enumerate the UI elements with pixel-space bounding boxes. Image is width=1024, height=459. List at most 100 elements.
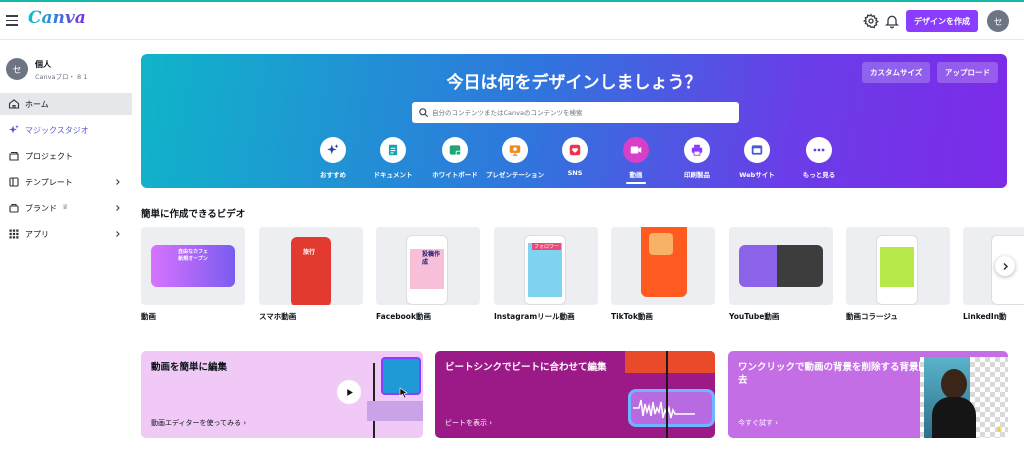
custom-size-button[interactable]: カスタムサイズ xyxy=(862,62,931,83)
play-icon xyxy=(346,388,353,396)
carousel-next-button[interactable] xyxy=(995,256,1015,276)
account-name: 個人 xyxy=(35,60,51,69)
sidebar-item-templates[interactable]: テンプレート xyxy=(0,171,132,193)
category-label: SNS xyxy=(567,169,583,177)
promo-link[interactable]: 動画エディターを使ってみる › xyxy=(151,418,246,428)
video-card-label: Facebook動画 xyxy=(376,312,431,321)
video-card-label: スマホ動画 xyxy=(259,312,297,321)
clip-strip xyxy=(625,351,715,373)
avatar[interactable]: セ xyxy=(987,10,1009,32)
video-card-youtube[interactable]: YouTube動画 xyxy=(729,227,833,324)
create-design-button[interactable]: デザインを作成 xyxy=(906,10,978,32)
timeline-track xyxy=(367,401,423,421)
heart-icon xyxy=(569,144,581,156)
chevron-right-icon xyxy=(116,179,120,185)
promo-link[interactable]: 今すぐ試す › xyxy=(738,418,778,428)
thumbnail-text: フォロワー xyxy=(532,243,562,250)
crown-icon: ♛ xyxy=(996,425,1004,434)
category-label: ホワイトボード xyxy=(432,171,478,179)
search-input[interactable] xyxy=(432,105,732,120)
thumbnail-text: 旅行 xyxy=(303,249,316,256)
sparkle-icon xyxy=(327,144,339,155)
sidebar-item-home[interactable]: ホーム xyxy=(0,93,132,115)
video-card-instagram[interactable]: フォロワー Instagramリール動画 xyxy=(494,227,598,324)
promo-title: ワンクリックで動画の背景を削除する背景除去 xyxy=(738,362,929,386)
sidebar-item-label: アプリ xyxy=(25,230,49,239)
home-icon xyxy=(8,99,20,109)
video-thumbnail: 投稿作成 xyxy=(376,227,480,305)
video-card-linkedin[interactable]: LinkedIn動 xyxy=(963,227,1024,324)
category-label: ドキュメント xyxy=(373,171,413,179)
video-thumbnail: 旅行 xyxy=(259,227,363,305)
video-card-facebook[interactable]: 投稿作成 Facebook動画 xyxy=(376,227,480,324)
video-thumbnail: 自由なカフェ新規オープン xyxy=(141,227,245,305)
sidebar-item-label: マジックスタジオ xyxy=(25,126,89,135)
category-label: 動画 xyxy=(629,171,643,179)
person-head xyxy=(941,369,967,399)
promo-card-video-editor[interactable]: 動画を簡単に編集 動画エディターを使ってみる › xyxy=(141,351,423,438)
whiteboard-icon xyxy=(449,145,461,155)
category-whiteboard[interactable]: ホワイトボード xyxy=(425,137,485,183)
thumbnail-text: 投稿作成 xyxy=(422,251,441,266)
video-card-collage[interactable]: 動画コラージュ xyxy=(846,227,950,324)
category-label: プレゼンテーション xyxy=(485,171,545,179)
category-label: Webサイト xyxy=(739,171,775,179)
account-avatar: セ xyxy=(6,58,28,80)
section-title: 簡単に作成できるビデオ xyxy=(141,209,246,220)
upload-button[interactable]: アップロード xyxy=(937,62,998,83)
category-sns[interactable]: SNS xyxy=(545,137,605,183)
apps-grid-icon xyxy=(9,229,19,239)
video-thumbnail: フォロワー xyxy=(494,227,598,305)
play-button[interactable] xyxy=(337,380,361,404)
website-icon xyxy=(751,145,763,155)
category-label: もっと見る xyxy=(802,171,836,179)
video-card-mobile[interactable]: 旅行 スマホ動画 xyxy=(259,227,363,324)
promo-title: 動画を簡単に編集 xyxy=(151,362,228,373)
more-icon xyxy=(813,148,825,152)
sidebar-item-magic-studio[interactable]: マジックスタジオ xyxy=(0,119,132,141)
audio-waveform xyxy=(628,389,715,427)
video-thumbnail xyxy=(729,227,833,305)
cursor-icon xyxy=(399,387,408,399)
printer-icon xyxy=(691,144,703,156)
category-video[interactable]: 動画 xyxy=(606,137,666,184)
timeline-playhead xyxy=(666,351,668,438)
hero-banner: 今日は何をデザインしましょう？ カスタムサイズ アップロード おすすめ ドキュメ… xyxy=(141,54,1007,188)
category-document[interactable]: ドキュメント xyxy=(363,137,423,183)
video-card-label: 動画コラージュ xyxy=(846,312,898,321)
category-more[interactable]: もっと見る xyxy=(789,137,849,183)
sidebar-item-label: ホーム xyxy=(25,100,49,109)
search-icon xyxy=(419,108,429,118)
promo-card-background-remover[interactable]: ワンクリックで動画の背景を削除する背景除去 今すぐ試す › ♛ xyxy=(728,351,1008,438)
person-body xyxy=(932,397,976,438)
sidebar-item-projects[interactable]: プロジェクト xyxy=(0,145,132,167)
video-card-label: YouTube動画 xyxy=(729,312,780,321)
video-card-label: Instagramリール動画 xyxy=(494,312,575,321)
category-print[interactable]: 印刷製品 xyxy=(667,137,727,183)
template-icon xyxy=(9,177,19,187)
video-card-tiktok[interactable]: TikTok動画 xyxy=(611,227,715,324)
video-icon xyxy=(630,146,642,154)
bell-icon[interactable] xyxy=(884,13,900,29)
video-card-label: 動画 xyxy=(141,312,156,321)
crown-icon: ♛ xyxy=(62,203,69,211)
canva-logo[interactable]: Canva xyxy=(28,8,86,28)
account-switcher[interactable]: セ 個人 Canvaプロ・ 8 1 xyxy=(6,57,130,85)
top-bar: Canva デザインを作成 セ xyxy=(0,0,1024,40)
search-bar[interactable] xyxy=(412,102,739,123)
promo-title: ビートシンクでビートに合わせて編集 xyxy=(445,362,607,373)
category-website[interactable]: Webサイト xyxy=(727,137,787,183)
chevron-right-icon xyxy=(116,231,120,237)
gear-icon[interactable] xyxy=(863,13,879,29)
document-icon xyxy=(388,144,398,156)
menu-icon[interactable] xyxy=(6,12,18,26)
category-presentation[interactable]: プレゼンテーション xyxy=(485,137,545,183)
video-thumbnail xyxy=(611,227,715,305)
promo-link[interactable]: ビートを表示 › xyxy=(445,418,492,428)
category-label: おすすめ xyxy=(320,171,346,179)
sidebar-item-brand[interactable]: ブランド ♛ xyxy=(0,197,132,219)
category-recommended[interactable]: おすすめ xyxy=(303,137,363,183)
promo-card-beat-sync[interactable]: ビートシンクでビートに合わせて編集 ビートを表示 › xyxy=(435,351,715,438)
video-card-video[interactable]: 自由なカフェ新規オープン 動画 xyxy=(141,227,245,324)
sidebar-item-apps[interactable]: アプリ xyxy=(0,223,132,245)
